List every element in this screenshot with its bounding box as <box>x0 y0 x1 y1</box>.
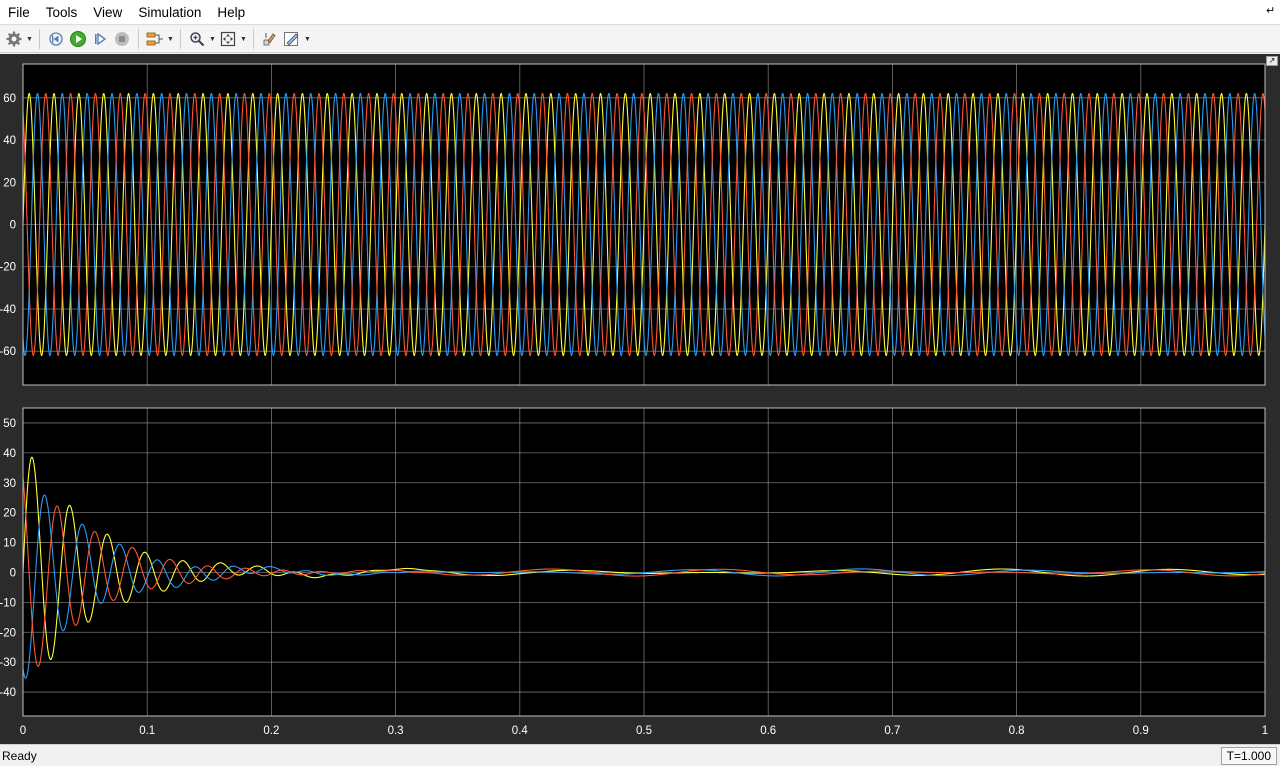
toolbar-separator <box>138 29 139 49</box>
y-tick-label: 0 <box>10 567 16 579</box>
y-tick-label: 20 <box>3 508 16 520</box>
y-tick-label: -60 <box>0 346 16 358</box>
y-tick-label: 50 <box>3 418 16 430</box>
axes-bottom: 50 40 30 20 10 0 -10 -20 -30 -40 0 0.1 0.2 0.3 0.4 0.5 0… <box>0 407 1268 737</box>
run-icon[interactable] <box>67 28 89 50</box>
y-tick-label: -40 <box>0 687 16 699</box>
scope-plots: 6040200-20-40-60 50403020100-10-20-30-40… <box>0 63 1268 737</box>
y-tick-label: 20 <box>3 177 16 189</box>
gear-icon[interactable] <box>3 28 25 50</box>
y-tick-label: 30 <box>3 478 16 490</box>
toolbar-separator <box>253 29 254 49</box>
stop-icon[interactable] <box>111 28 133 50</box>
chevron-down-icon[interactable]: ▼ <box>166 28 175 50</box>
menu-help[interactable]: Help <box>209 0 253 25</box>
y-tick-label: -30 <box>0 657 16 669</box>
x-tick-label: 0.1 <box>139 725 155 737</box>
chevron-down-icon[interactable]: ▼ <box>25 28 34 50</box>
menu-bar: File Tools View Simulation Help ↵ <box>0 0 1280 25</box>
y-tick-label: 0 <box>10 220 16 232</box>
axes-top: 60 40 20 0 -20 -40 -60 <box>0 63 1266 386</box>
y-tick-label: 40 <box>3 448 16 460</box>
status-bar: Ready T=1.000 <box>0 744 1280 766</box>
menu-simulation[interactable]: Simulation <box>130 0 209 25</box>
toolbar: ▼ ▼ ▼ ▼ ▼ <box>0 26 1280 53</box>
zoom-icon[interactable] <box>186 28 208 50</box>
x-tick-label: 1 <box>1262 725 1268 737</box>
menu-file[interactable]: File <box>0 0 38 25</box>
y-tick-label: 10 <box>3 538 16 550</box>
y-tick-label: -20 <box>0 627 16 639</box>
y-tick-label: -20 <box>0 262 16 274</box>
menu-tools[interactable]: Tools <box>38 0 86 25</box>
x-tick-label: 0.6 <box>760 725 776 737</box>
step-back-icon[interactable] <box>45 28 67 50</box>
x-tick-label: 0.7 <box>884 725 900 737</box>
y-tick-label: -10 <box>0 597 16 609</box>
highlight-icon[interactable] <box>259 28 281 50</box>
x-tick-label: 0.9 <box>1133 725 1149 737</box>
chevron-down-icon[interactable]: ▼ <box>303 28 312 50</box>
x-tick-label: 0.4 <box>512 725 529 737</box>
x-tick-label: 0 <box>20 725 26 737</box>
style-icon[interactable] <box>281 28 303 50</box>
toolbar-separator <box>180 29 181 49</box>
fit-to-view-icon[interactable] <box>217 28 239 50</box>
y-tick-label: 60 <box>3 93 16 105</box>
simulation-time: T=1.000 <box>1220 747 1277 765</box>
chevron-down-icon[interactable]: ▼ <box>208 28 217 50</box>
step-forward-icon[interactable] <box>89 28 111 50</box>
x-tick-label: 0.2 <box>263 725 279 737</box>
toolbar-separator <box>39 29 40 49</box>
undock-arrow-icon[interactable]: ↵ <box>1266 4 1276 18</box>
menu-view[interactable]: View <box>85 0 130 25</box>
y-tick-label: 40 <box>3 135 16 147</box>
x-tick-label: 0.8 <box>1009 725 1025 737</box>
x-tick-label: 0.5 <box>636 725 652 737</box>
x-tick-label: 0.3 <box>388 725 404 737</box>
signal-selector-icon[interactable] <box>144 28 166 50</box>
chevron-down-icon[interactable]: ▼ <box>239 28 248 50</box>
y-tick-label: -40 <box>0 304 16 316</box>
float-window-icon[interactable]: ↗ <box>1266 56 1278 66</box>
status-text: Ready <box>2 749 37 763</box>
